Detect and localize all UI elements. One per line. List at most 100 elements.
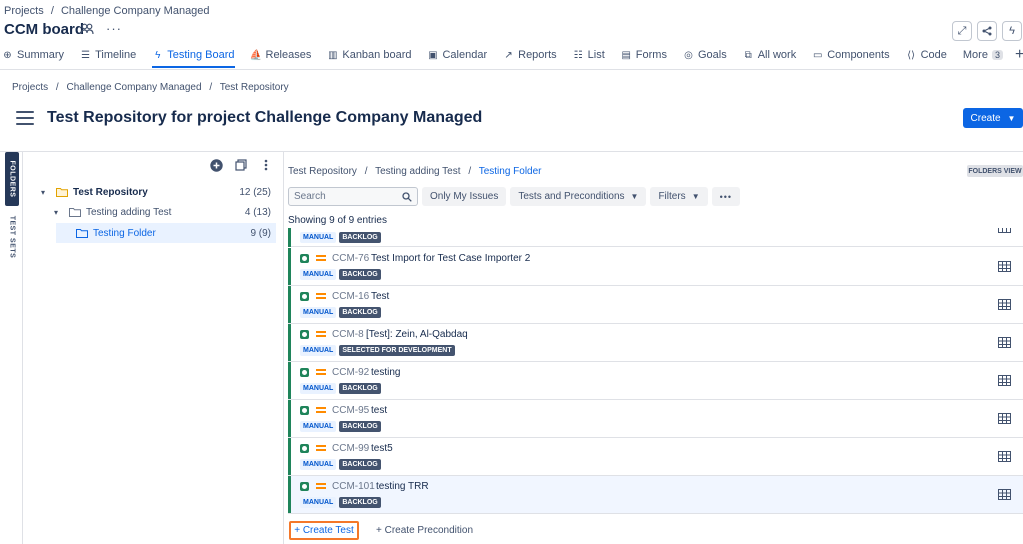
issue-key[interactable]: CCM-99 (332, 443, 369, 454)
share-icon[interactable] (977, 21, 997, 41)
grid-icon[interactable] (998, 299, 1011, 310)
list-icon: ☷ (573, 49, 583, 61)
tree-node-testing-adding-test[interactable]: ▾ Testing adding Test 4 (13) (23, 202, 276, 222)
issue-summary[interactable]: testing TRR (376, 481, 429, 492)
issue-key[interactable]: CCM-8 (332, 329, 364, 340)
issue-summary[interactable]: test5 (371, 443, 393, 454)
table-row[interactable]: CCM-8 [Test]: Zein, Al-Qabdaq MANUAL SEL… (288, 324, 1023, 362)
table-row[interactable]: CCM-99 test5 MANUAL BACKLOG (288, 438, 1023, 476)
search-input[interactable] (289, 188, 397, 205)
add-folder-icon[interactable] (209, 158, 223, 172)
breadcrumb-link-repository[interactable]: Test Repository (220, 82, 289, 93)
issue-key[interactable]: CCM-92 (332, 367, 369, 378)
more-actions-icon[interactable]: ··· (106, 21, 122, 36)
issue-summary[interactable]: testing (371, 367, 400, 378)
board-title: CCM board (4, 21, 84, 38)
tab-label: Goals (697, 49, 727, 61)
table-row[interactable]: CCM-95 test MANUAL BACKLOG (288, 400, 1023, 438)
create-button[interactable]: Create ▼ (963, 108, 1023, 128)
table-row[interactable]: CCM-101 testing TRR MANUAL BACKLOG (288, 476, 1023, 514)
tab-label: All work (757, 49, 797, 61)
grid-icon[interactable] (998, 375, 1011, 386)
table-row[interactable]: MANUAL BACKLOG (288, 228, 1023, 247)
side-tab-folders[interactable]: FOLDERS (5, 152, 19, 206)
issue-summary[interactable]: test (371, 405, 387, 416)
copy-icon[interactable] (234, 158, 248, 172)
entries-count: Showing 9 of 9 entries (288, 215, 387, 226)
row-left-border (288, 228, 291, 247)
folders-view-badge[interactable]: FOLDERS VIEW (967, 165, 1023, 177)
issue-summary[interactable]: Test Import for Test Case Importer 2 (371, 253, 530, 264)
issue-key[interactable]: CCM-95 (332, 405, 369, 416)
grid-icon[interactable] (998, 228, 1011, 233)
grid-icon[interactable] (998, 413, 1011, 424)
breadcrumb-link-folder[interactable]: Testing adding Test (375, 166, 460, 177)
test-issue-icon (300, 444, 309, 453)
side-tab-test-sets[interactable]: TEST SETS (5, 210, 19, 264)
tab-summary[interactable]: ⊕ Summary (2, 45, 64, 65)
breadcrumb-link-repository[interactable]: Test Repository (288, 166, 357, 177)
row-left-border (288, 476, 291, 513)
tab-more[interactable]: More 3 (963, 45, 1003, 65)
tab-all-work[interactable]: ⧉ All work (743, 45, 797, 65)
breadcrumb-link-projects[interactable]: Projects (4, 5, 44, 17)
test-issue-icon (300, 330, 309, 339)
tests-preconditions-dropdown[interactable]: Tests and Preconditions ▼ (510, 187, 647, 206)
expand-icon[interactable]: ⤢ (952, 21, 972, 41)
issue-summary[interactable]: [Test]: Zein, Al-Qabdaq (366, 329, 468, 340)
grid-icon[interactable] (998, 489, 1011, 500)
table-row[interactable]: CCM-16 Test MANUAL BACKLOG (288, 286, 1023, 324)
issue-key[interactable]: CCM-101 (332, 481, 375, 492)
people-icon[interactable] (80, 22, 94, 36)
issue-summary[interactable]: Test (371, 291, 389, 302)
tab-label: Kanban board (342, 49, 412, 61)
grid-icon[interactable] (998, 261, 1011, 272)
tab-list[interactable]: ☷ List (573, 45, 605, 65)
kebab-menu-icon[interactable] (259, 158, 273, 172)
row-labels: MANUAL BACKLOG (300, 459, 384, 470)
tab-components[interactable]: ▭ Components (812, 45, 890, 65)
test-type-badge: MANUAL (300, 383, 337, 394)
tab-releases[interactable]: ⛵ Releases (250, 45, 312, 65)
chevron-down-icon[interactable]: ▾ (41, 188, 51, 197)
grid-icon[interactable] (998, 337, 1011, 348)
forms-icon: ▤ (621, 49, 631, 61)
tab-forms[interactable]: ▤ Forms (621, 45, 667, 65)
status-badge: BACKLOG (339, 232, 381, 243)
tab-calendar[interactable]: ▣ Calendar (427, 45, 487, 65)
table-row[interactable]: CCM-76 Test Import for Test Case Importe… (288, 248, 1023, 286)
search-icon[interactable] (402, 192, 412, 202)
breadcrumb-link-project[interactable]: Challenge Company Managed (61, 5, 210, 17)
tab-code[interactable]: ⟨⟩ Code (906, 45, 947, 65)
table-row[interactable]: CCM-92 testing MANUAL BACKLOG (288, 362, 1023, 400)
create-button-label: Create (970, 112, 1001, 124)
breadcrumb-separator: / (50, 5, 54, 17)
issue-key[interactable]: CCM-16 (332, 291, 369, 302)
create-precondition-button[interactable]: + Create Precondition (376, 525, 473, 536)
tab-label: Releases (265, 49, 312, 61)
breadcrumb-link-project[interactable]: Challenge Company Managed (66, 82, 201, 93)
breadcrumb-link-projects[interactable]: Projects (12, 82, 48, 93)
tab-testing-board[interactable]: ϟ Testing Board (152, 45, 235, 68)
tab-label: Timeline (95, 49, 137, 61)
tab-reports[interactable]: ↗ Reports (503, 45, 556, 65)
project-tabs: ⊕ Summary ☰ Timeline ϟ Testing Board ⛵ Relea… (2, 44, 1023, 68)
dropdown-label: Filters (658, 191, 686, 202)
tree-node-testing-folder[interactable]: Testing Folder 9 (9) (56, 223, 276, 243)
only-my-issues-button[interactable]: Only My Issues (422, 187, 507, 206)
create-test-button[interactable]: + Create Test (289, 521, 359, 540)
issue-key[interactable]: CCM-76 (332, 253, 369, 264)
filter-bar: Only My Issues Tests and Preconditions▼ … (288, 187, 741, 206)
more-filters-icon[interactable]: ••• (711, 187, 741, 206)
tab-timeline[interactable]: ☰ Timeline (80, 45, 136, 65)
add-tab-icon[interactable]: + (1015, 45, 1023, 65)
grid-icon[interactable] (998, 451, 1011, 462)
tab-goals[interactable]: ◎ Goals (683, 45, 727, 65)
hamburger-menu-icon[interactable] (16, 111, 34, 125)
chevron-down-icon[interactable]: ▾ (54, 208, 64, 217)
priority-medium-icon (316, 445, 326, 451)
filters-dropdown[interactable]: Filters ▼ (650, 187, 708, 206)
tree-node-test-repository[interactable]: ▾ Test Repository 12 (25) (23, 182, 276, 202)
tab-kanban-board[interactable]: ▥ Kanban board (327, 45, 411, 65)
lightning-icon[interactable]: ϟ (1002, 21, 1022, 41)
